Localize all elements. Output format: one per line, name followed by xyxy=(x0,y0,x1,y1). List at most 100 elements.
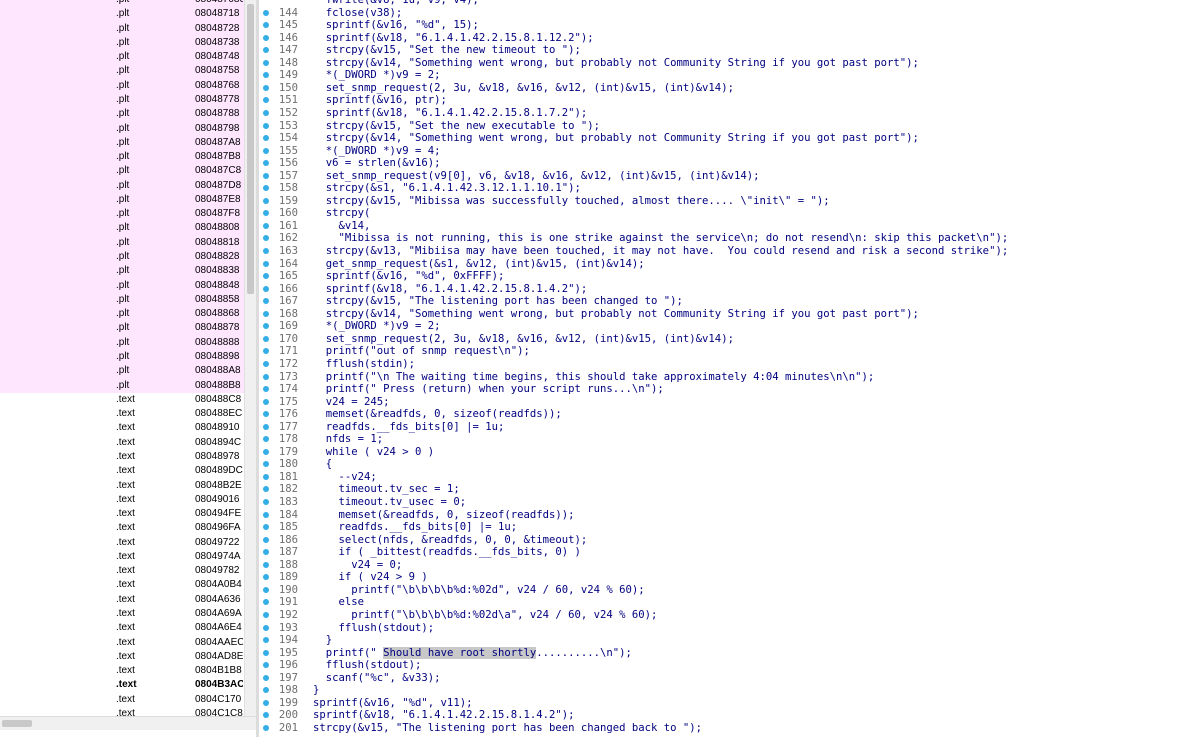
code-text[interactable]: *(_DWORD *)v9 = 2; xyxy=(313,320,441,333)
code-line[interactable]: 150 set_snmp_request(2, 3u, &v18, &v16, … xyxy=(259,82,1200,95)
code-text[interactable]: *(_DWORD *)v9 = 4; xyxy=(313,145,441,158)
code-line[interactable]: 194 } xyxy=(259,634,1200,647)
code-line[interactable]: 179 while ( v24 > 0 ) xyxy=(259,446,1200,459)
code-text[interactable]: sprintf(&v18, "6.1.4.1.42.2.15.8.1.4.2")… xyxy=(313,709,575,722)
code-line[interactable]: 172 fflush(stdin); xyxy=(259,358,1200,371)
segment-row[interactable]: .text 080488EC xyxy=(0,407,244,421)
code-text[interactable]: v6 = strlen(&v16); xyxy=(313,157,441,170)
code-line[interactable]: 174 printf(" Press (return) when your sc… xyxy=(259,383,1200,396)
breakpoint-dot-icon[interactable] xyxy=(263,34,269,41)
segment-row[interactable]: .plt 08048898 xyxy=(0,350,244,365)
segment-row[interactable]: .text 0804A0B4 xyxy=(0,578,244,592)
segment-row[interactable]: .plt 08048838 xyxy=(0,264,244,279)
code-text[interactable]: *(_DWORD *)v9 = 2; xyxy=(313,69,441,82)
code-text[interactable]: strcpy(&v15, "Set the new timeout to "); xyxy=(313,44,581,57)
breakpoint-dot-icon[interactable] xyxy=(263,97,269,104)
code-text[interactable]: set_snmp_request(2, 3u, &v18, &v16, &v12… xyxy=(313,333,734,346)
code-text[interactable]: strcpy( xyxy=(313,207,371,220)
breakpoint-dot-icon[interactable] xyxy=(263,611,269,618)
breakpoint-dot-icon[interactable] xyxy=(263,411,269,418)
segment-row[interactable]: .text 0804A69A xyxy=(0,607,244,621)
code-line[interactable]: 166 sprintf(&v18, "6.1.4.1.42.2.15.8.1.4… xyxy=(259,283,1200,296)
code-text[interactable]: sprintf(&v18, "6.1.4.1.42.2.15.8.1.7.2")… xyxy=(313,107,588,120)
code-line[interactable]: 180 { xyxy=(259,458,1200,471)
code-text[interactable]: select(nfds, &readfds, 0, 0, &timeout); xyxy=(313,534,588,547)
segment-row[interactable]: .plt 080487E8 xyxy=(0,192,244,208)
code-line[interactable]: 162 "Mibissa is not running, this is one… xyxy=(259,232,1200,245)
breakpoint-dot-icon[interactable] xyxy=(263,461,269,468)
code-line[interactable]: 188 v24 = 0; xyxy=(259,559,1200,572)
code-line[interactable]: 147 strcpy(&v15, "Set the new timeout to… xyxy=(259,44,1200,57)
breakpoint-dot-icon[interactable] xyxy=(263,473,269,480)
code-text[interactable]: } xyxy=(313,634,332,647)
breakpoint-dot-icon[interactable] xyxy=(263,536,269,543)
code-line[interactable]: 176 memset(&readfds, 0, sizeof(readfds))… xyxy=(259,408,1200,421)
breakpoint-dot-icon[interactable] xyxy=(263,160,269,167)
segment-row[interactable]: .text 080488C8 xyxy=(0,393,244,407)
breakpoint-dot-icon[interactable] xyxy=(263,135,269,142)
code-line[interactable]: 178 nfds = 1; xyxy=(259,433,1200,446)
code-text[interactable]: sprintf(&v16, "%d", 15); xyxy=(313,19,479,32)
segment-row[interactable]: .plt 08048808 xyxy=(0,221,244,236)
code-text[interactable]: while ( v24 > 0 ) xyxy=(313,446,434,459)
breakpoint-dot-icon[interactable] xyxy=(263,436,269,443)
code-text[interactable]: timeout.tv_usec = 0; xyxy=(313,496,467,509)
code-line[interactable]: 201 strcpy(&v15, "The listening port has … xyxy=(259,722,1200,735)
code-text[interactable]: sprintf(&v16, "%d", v11); xyxy=(313,697,472,710)
code-text[interactable]: readfds.__fds_bits[0] |= 1u; xyxy=(313,421,505,434)
breakpoint-dot-icon[interactable] xyxy=(263,310,269,317)
breakpoint-dot-icon[interactable] xyxy=(263,624,269,631)
code-text[interactable]: printf("\b\b\b\b%d:%02d\a", v24 / 60, v2… xyxy=(313,609,657,622)
segment-row[interactable]: .plt 08048768 xyxy=(0,78,244,93)
breakpoint-dot-icon[interactable] xyxy=(263,386,269,393)
breakpoint-dot-icon[interactable] xyxy=(263,524,269,531)
breakpoint-dot-icon[interactable] xyxy=(263,549,269,556)
code-line[interactable]: 200 sprintf(&v18, "6.1.4.1.42.2.15.8.1.4.… xyxy=(259,709,1200,722)
breakpoint-dot-icon[interactable] xyxy=(263,47,269,54)
breakpoint-dot-icon[interactable] xyxy=(263,260,269,267)
segment-row[interactable]: .text 080489DC xyxy=(0,464,244,478)
breakpoint-dot-icon[interactable] xyxy=(263,84,269,91)
code-text[interactable]: strcpy(&v15, "The listening port has bee… xyxy=(313,295,683,308)
code-text[interactable]: memset(&readfds, 0, sizeof(readfds)); xyxy=(313,408,562,421)
code-text[interactable]: scanf("%c", &v33); xyxy=(313,672,441,685)
code-line[interactable]: 198} xyxy=(259,684,1200,697)
code-text[interactable]: if ( v24 > 9 ) xyxy=(313,571,428,584)
breakpoint-dot-icon[interactable] xyxy=(263,398,269,405)
code-line[interactable]: 145 sprintf(&v16, "%d", 15); xyxy=(259,19,1200,32)
segment-row[interactable]: .text 0804AD8E xyxy=(0,650,244,664)
code-text[interactable]: get_snmp_request(&s1, &v12, (int)&v15, (… xyxy=(313,258,645,271)
code-text[interactable]: fflush(stdin); xyxy=(313,358,415,371)
code-text[interactable]: strcpy(&v14, "Something went wrong, but … xyxy=(313,57,919,70)
code-line[interactable]: 168 strcpy(&v14, "Something went wrong, … xyxy=(259,308,1200,321)
code-line[interactable]: 155 *(_DWORD *)v9 = 4; xyxy=(259,145,1200,158)
code-line[interactable]: 164 get_snmp_request(&s1, &v12, (int)&v1… xyxy=(259,258,1200,271)
code-line[interactable]: 182 timeout.tv_sec = 1; xyxy=(259,483,1200,496)
code-text[interactable]: printf(" Should have root shortly.......… xyxy=(313,646,632,660)
segment-row[interactable]: .plt 08048718 xyxy=(0,7,244,22)
code-line[interactable]: 173 printf("\n The waiting time begins, … xyxy=(259,371,1200,384)
segment-row[interactable]: .plt 08048888 xyxy=(0,335,244,350)
breakpoint-dot-icon[interactable] xyxy=(263,59,269,66)
breakpoint-dot-icon[interactable] xyxy=(263,662,269,669)
code-line[interactable]: 148 strcpy(&v14, "Something went wrong, … xyxy=(259,57,1200,70)
breakpoint-dot-icon[interactable] xyxy=(263,423,269,430)
code-line[interactable]: 151 sprintf(&v16, ptr); xyxy=(259,94,1200,107)
code-text[interactable]: sprintf(&v16, "%d", 0xFFFF); xyxy=(313,270,505,283)
segment-row[interactable]: .plt 08048858 xyxy=(0,292,244,308)
breakpoint-dot-icon[interactable] xyxy=(263,373,269,380)
code-text[interactable]: strcpy(&v13, "Mibiisa may have been touc… xyxy=(313,245,1008,258)
breakpoint-dot-icon[interactable] xyxy=(263,712,269,719)
code-line[interactable]: 152 sprintf(&v18, "6.1.4.1.42.2.15.8.1.7… xyxy=(259,107,1200,120)
breakpoint-dot-icon[interactable] xyxy=(263,109,269,116)
breakpoint-dot-icon[interactable] xyxy=(263,298,269,305)
code-text[interactable]: printf("out of snmp request\n"); xyxy=(313,345,530,358)
segment-row[interactable]: .plt 080488B8 xyxy=(0,378,244,393)
segment-row[interactable]: .text 0804AAEC xyxy=(0,636,244,650)
segment-row[interactable]: .plt 08048778 xyxy=(0,92,244,108)
segment-row[interactable]: .plt 08048828 xyxy=(0,250,244,265)
segment-row[interactable]: .text 0804B1B8 xyxy=(0,664,244,678)
segment-row[interactable]: .plt 08048758 xyxy=(0,64,244,79)
code-line[interactable]: 199 sprintf(&v16, "%d", v11); xyxy=(259,697,1200,710)
breakpoint-dot-icon[interactable] xyxy=(263,348,269,355)
